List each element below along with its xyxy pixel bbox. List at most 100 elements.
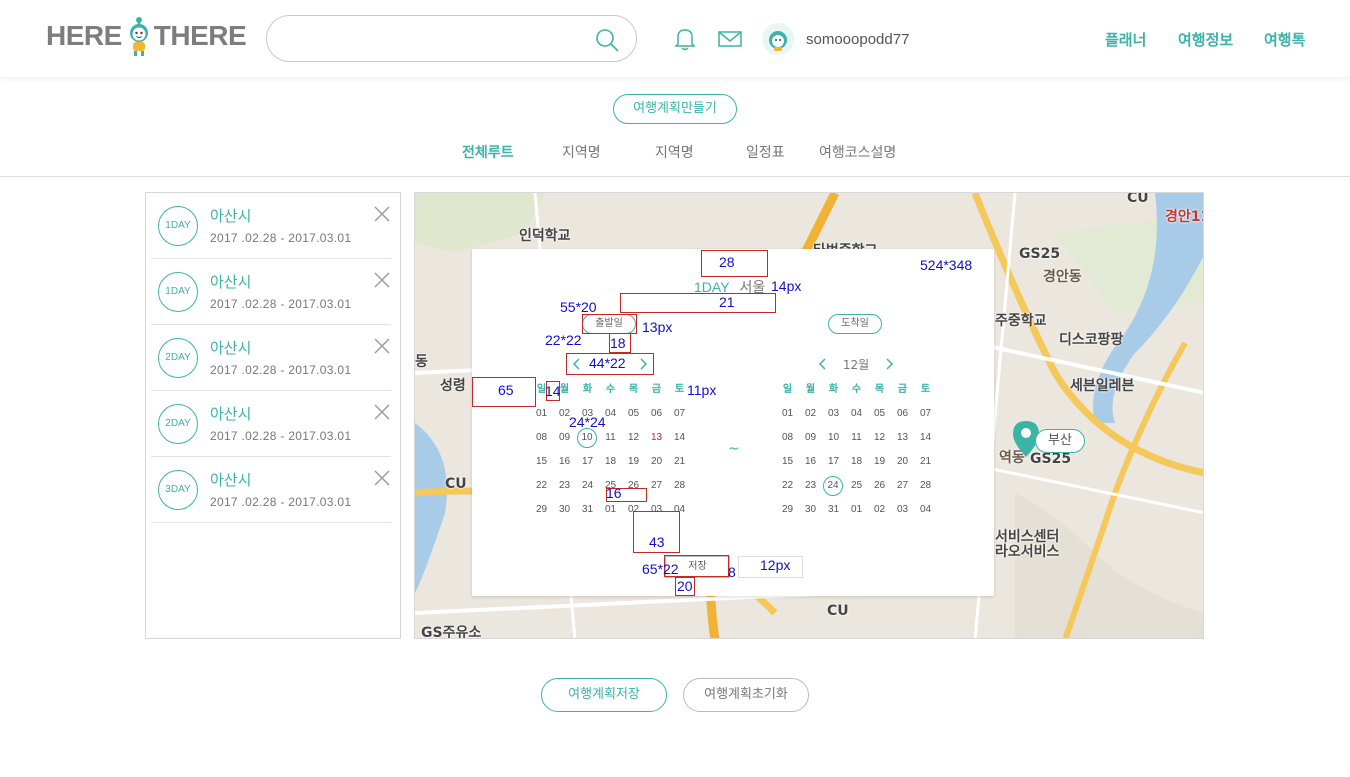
- calendar-day[interactable]: 01: [776, 405, 799, 423]
- calendar-day[interactable]: 30: [553, 501, 576, 519]
- username[interactable]: somooopodd77: [806, 31, 909, 48]
- calendar-day[interactable]: 29: [776, 501, 799, 519]
- calendar-day[interactable]: 04: [845, 405, 868, 423]
- tab-region-1[interactable]: 지역명: [562, 142, 601, 162]
- calendar-day[interactable]: 10: [577, 428, 597, 448]
- annotation: 18: [610, 335, 626, 351]
- logo[interactable]: HERE THERE: [46, 14, 247, 58]
- calendar-day[interactable]: 26: [868, 477, 891, 495]
- calendar-day[interactable]: 14: [914, 429, 937, 447]
- calendar-day[interactable]: 16: [553, 453, 576, 471]
- tab-schedule[interactable]: 일정표: [746, 142, 785, 162]
- calendar-day[interactable]: 08: [776, 429, 799, 447]
- close-icon[interactable]: [373, 205, 391, 223]
- calendar-day[interactable]: 27: [645, 477, 668, 495]
- calendar-day[interactable]: 17: [822, 453, 845, 471]
- list-item[interactable]: 2DAY 아산시 2017 .02.28 - 2017.03.01: [151, 391, 391, 457]
- list-item[interactable]: 3DAY 아산시 2017 .02.28 - 2017.03.01: [151, 457, 391, 523]
- calendar-day[interactable]: 22: [776, 477, 799, 495]
- calendar-day[interactable]: 21: [914, 453, 937, 471]
- save-plan-button[interactable]: 여행계획저장: [541, 678, 667, 712]
- calendar-day[interactable]: 17: [576, 453, 599, 471]
- calendar-day[interactable]: 11: [845, 429, 868, 447]
- calendar-day[interactable]: 12: [868, 429, 891, 447]
- calendar-day[interactable]: 05: [622, 405, 645, 423]
- route-date: 2017 .02.28 - 2017.03.01: [210, 363, 352, 377]
- calendar-day[interactable]: 08: [530, 429, 553, 447]
- calendar-day[interactable]: 23: [553, 477, 576, 495]
- annotation: 24*24: [569, 414, 606, 430]
- tab-region-2[interactable]: 지역명: [655, 142, 694, 162]
- calendar-day[interactable]: 01: [845, 501, 868, 519]
- calendar-day[interactable]: 31: [822, 501, 845, 519]
- calendar-day[interactable]: 24: [576, 477, 599, 495]
- calendar-day[interactable]: 09: [553, 429, 576, 447]
- calendar-day[interactable]: 01: [530, 405, 553, 423]
- calendar-day[interactable]: 07: [914, 405, 937, 423]
- calendar-day[interactable]: 29: [530, 501, 553, 519]
- calendar-day[interactable]: 28: [914, 477, 937, 495]
- close-icon[interactable]: [373, 271, 391, 289]
- calendar-day[interactable]: 07: [668, 405, 691, 423]
- tab-course-description[interactable]: 여행코스설명: [819, 142, 896, 162]
- nav-planner[interactable]: 플래너: [1105, 29, 1146, 50]
- calendar-day[interactable]: 24: [823, 476, 843, 496]
- list-item[interactable]: 1DAY 아산시 2017 .02.28 - 2017.03.01: [151, 259, 391, 325]
- calendar-day[interactable]: 14: [668, 429, 691, 447]
- nav-travel-talk[interactable]: 여행톡: [1264, 29, 1305, 50]
- calendar-day[interactable]: 12: [622, 429, 645, 447]
- calendar-day[interactable]: 19: [868, 453, 891, 471]
- list-item[interactable]: 1DAY 아산시 2017 .02.28 - 2017.03.01: [151, 193, 391, 259]
- calendar-day[interactable]: 06: [645, 405, 668, 423]
- map-label: 성령: [440, 378, 466, 394]
- annotation: 12px: [760, 557, 791, 573]
- calendar-day[interactable]: 30: [799, 501, 822, 519]
- close-icon[interactable]: [373, 337, 391, 355]
- calendar-day[interactable]: 18: [845, 453, 868, 471]
- chevron-right-icon[interactable]: [880, 355, 898, 373]
- calendar-day[interactable]: 13: [645, 429, 668, 447]
- annotation-box: [620, 293, 776, 313]
- date-picker-popup: 1DAY 서울 출발일 도착일 일 월 화 수 목 금 토 01 02 03 04 05 06 07 08 09…: [472, 249, 994, 596]
- calendar-day[interactable]: 27: [891, 477, 914, 495]
- calendar-day[interactable]: 04: [914, 501, 937, 519]
- calendar-day[interactable]: 03: [822, 405, 845, 423]
- calendar-day[interactable]: 18: [599, 453, 622, 471]
- calendar-day[interactable]: 21: [668, 453, 691, 471]
- calendar-day[interactable]: 20: [645, 453, 668, 471]
- bell-icon[interactable]: [672, 26, 698, 52]
- search-icon[interactable]: [594, 27, 620, 53]
- calendar-day[interactable]: 01: [599, 501, 622, 519]
- reset-plan-button[interactable]: 여행계획초기화: [683, 678, 809, 712]
- calendar-day[interactable]: 19: [622, 453, 645, 471]
- calendar-day[interactable]: 22: [530, 477, 553, 495]
- list-item[interactable]: 2DAY 아산시 2017 .02.28 - 2017.03.01: [151, 325, 391, 391]
- calendar-day[interactable]: 25: [845, 477, 868, 495]
- calendar-day[interactable]: 28: [668, 477, 691, 495]
- mail-icon[interactable]: [717, 26, 743, 52]
- calendar-day[interactable]: 05: [868, 405, 891, 423]
- annotation: 55*20: [560, 299, 597, 315]
- tab-all-routes[interactable]: 전체루트: [462, 142, 514, 162]
- calendar-day[interactable]: 06: [891, 405, 914, 423]
- calendar-day[interactable]: 23: [799, 477, 822, 495]
- calendar-day[interactable]: 09: [799, 429, 822, 447]
- avatar[interactable]: [762, 23, 794, 55]
- calendar-day[interactable]: 20: [891, 453, 914, 471]
- user-profile[interactable]: somooopodd77: [762, 23, 909, 55]
- calendar-day[interactable]: 10: [822, 429, 845, 447]
- calendar-day[interactable]: 02: [868, 501, 891, 519]
- nav-travel-info[interactable]: 여행정보: [1178, 29, 1233, 50]
- search-input[interactable]: [287, 26, 587, 52]
- calendar-day[interactable]: 13: [891, 429, 914, 447]
- calendar-day[interactable]: 15: [776, 453, 799, 471]
- calendar-day[interactable]: 03: [891, 501, 914, 519]
- calendar-day[interactable]: 15: [530, 453, 553, 471]
- calendar-day[interactable]: 02: [799, 405, 822, 423]
- make-plan-button[interactable]: 여행계획만들기: [613, 94, 737, 124]
- calendar-day[interactable]: 31: [576, 501, 599, 519]
- close-icon[interactable]: [373, 403, 391, 421]
- calendar-day[interactable]: 16: [799, 453, 822, 471]
- calendar-day[interactable]: 11: [599, 429, 622, 447]
- close-icon[interactable]: [373, 469, 391, 487]
